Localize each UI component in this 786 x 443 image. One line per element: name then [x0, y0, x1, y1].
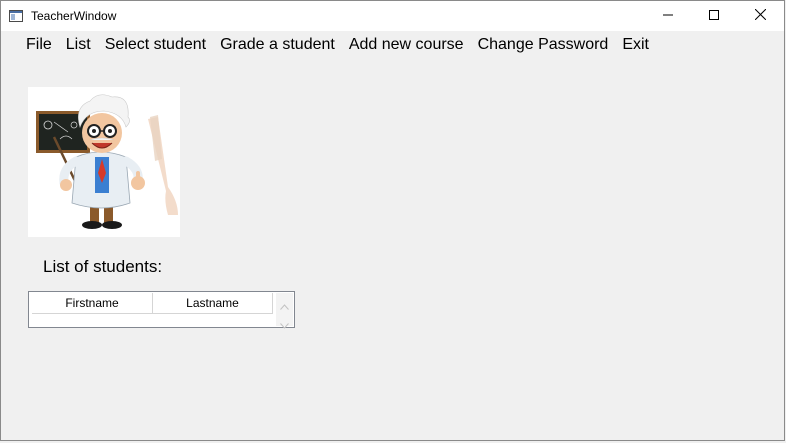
- menu-bar: File List Select student Grade a student…: [19, 31, 656, 59]
- scroll-down-icon[interactable]: [280, 316, 289, 329]
- menu-file[interactable]: File: [19, 31, 59, 59]
- datagrid-header: Firstname Lastname: [32, 293, 273, 314]
- menu-select-student[interactable]: Select student: [98, 31, 213, 59]
- list-of-students-label: List of students:: [43, 257, 163, 276]
- menu-list[interactable]: List: [59, 31, 98, 59]
- menu-grade-student[interactable]: Grade a student: [213, 31, 342, 59]
- window-title: TeacherWindow: [31, 9, 117, 23]
- column-header-lastname[interactable]: Lastname: [153, 293, 273, 313]
- close-button[interactable]: [737, 1, 783, 31]
- teacher-window: TeacherWindow File List Select student G…: [0, 0, 785, 441]
- maximize-icon: [709, 7, 719, 25]
- title-bar[interactable]: TeacherWindow: [1, 1, 784, 31]
- scroll-up-icon[interactable]: [280, 297, 289, 310]
- menu-add-new-course[interactable]: Add new course: [342, 31, 471, 59]
- students-datagrid[interactable]: Firstname Lastname: [28, 291, 295, 329]
- menu-exit[interactable]: Exit: [615, 31, 656, 59]
- vertical-scrollbar[interactable]: [276, 293, 293, 329]
- teacher-cartoon-image: [28, 87, 180, 237]
- menu-change-password[interactable]: Change Password: [471, 31, 616, 59]
- close-icon: [754, 7, 766, 25]
- maximize-button[interactable]: [691, 1, 737, 31]
- minimize-icon: [663, 7, 673, 25]
- column-header-firstname[interactable]: Firstname: [32, 293, 153, 313]
- minimize-button[interactable]: [645, 1, 691, 31]
- window-app-icon: [9, 9, 23, 22]
